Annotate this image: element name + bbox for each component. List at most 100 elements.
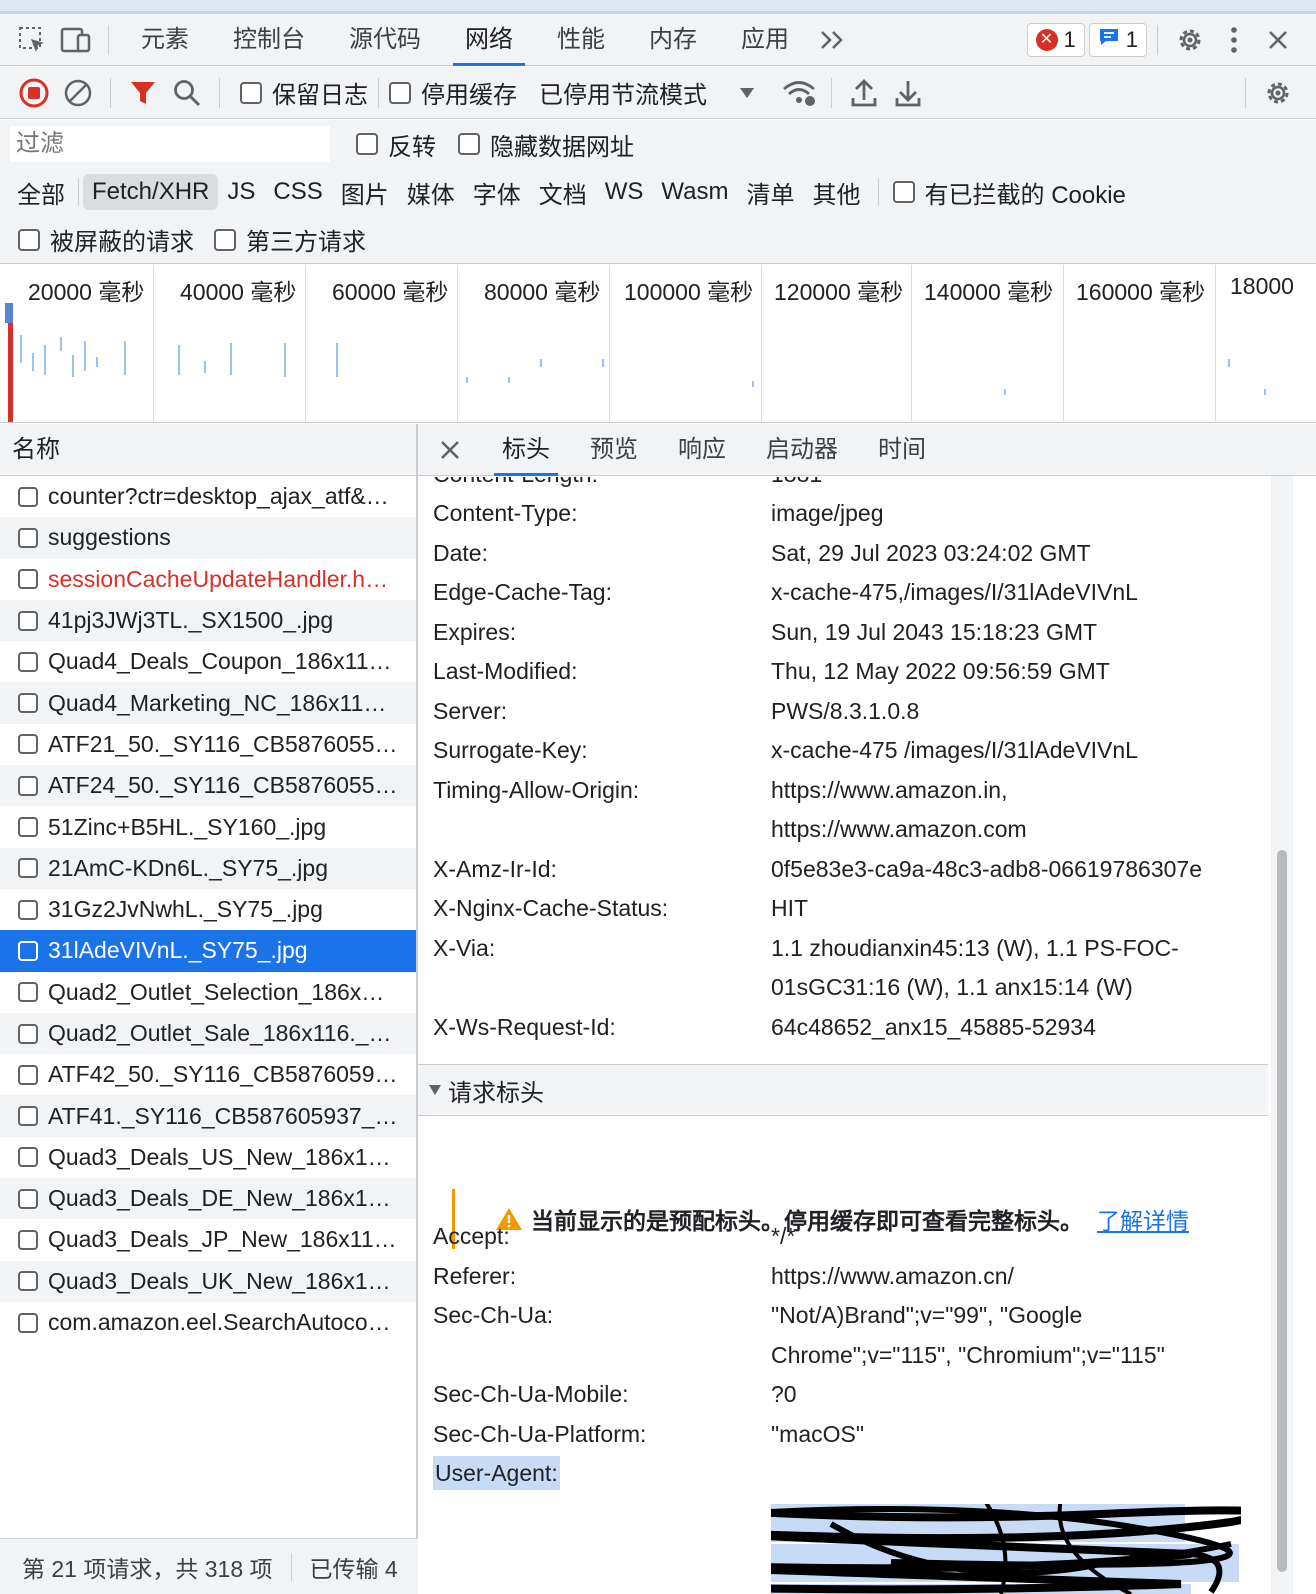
filter-input[interactable] bbox=[10, 126, 330, 162]
request-row[interactable]: counter?ctr=desktop_ajax_atf&… bbox=[0, 476, 416, 517]
network-overview-timeline[interactable]: 20000 毫秒 40000 毫秒 60000 毫秒 80000 毫秒 1000… bbox=[0, 265, 1316, 423]
type-all[interactable]: 全部 bbox=[8, 171, 74, 214]
scrollbar-thumb[interactable] bbox=[1277, 850, 1287, 1572]
row-checkbox[interactable] bbox=[18, 527, 38, 548]
request-row[interactable]: 31Gz2JvNwhL._SY75_.jpg bbox=[0, 889, 416, 930]
row-checkbox[interactable] bbox=[18, 858, 38, 879]
request-row[interactable]: Quad4_Marketing_NC_186x11… bbox=[0, 682, 416, 724]
row-checkbox[interactable] bbox=[18, 693, 38, 714]
row-checkbox[interactable] bbox=[18, 982, 38, 1003]
device-toolbar-icon[interactable] bbox=[54, 18, 98, 62]
row-checkbox[interactable] bbox=[18, 775, 38, 796]
type-wasm[interactable]: Wasm bbox=[652, 174, 737, 210]
request-row[interactable]: Quad2_Outlet_Selection_186x… bbox=[0, 972, 416, 1013]
network-conditions-icon[interactable] bbox=[777, 71, 821, 115]
row-checkbox[interactable] bbox=[18, 569, 38, 590]
row-checkbox[interactable] bbox=[18, 1312, 38, 1333]
tab-timing[interactable]: 时间 bbox=[858, 424, 946, 476]
checkbox-box[interactable] bbox=[458, 133, 480, 155]
request-row[interactable]: suggestions bbox=[0, 517, 416, 559]
third-party-checkbox[interactable]: 第三方请求 bbox=[214, 222, 366, 257]
tab-initiator[interactable]: 启动器 bbox=[746, 424, 858, 476]
stop-recording-icon[interactable] bbox=[12, 71, 56, 115]
request-row[interactable]: ATF41._SY116_CB587605937_… bbox=[0, 1095, 416, 1137]
request-row[interactable]: Quad4_Deals_Coupon_186x11… bbox=[0, 641, 416, 682]
error-count-badge[interactable]: ✕ 1 bbox=[1026, 22, 1085, 57]
row-checkbox[interactable] bbox=[18, 486, 38, 507]
detail-scrollbar[interactable] bbox=[1271, 476, 1293, 1594]
tab-memory[interactable]: 内存 bbox=[627, 14, 719, 66]
preserve-log-checkbox[interactable]: 保留日志 bbox=[240, 75, 368, 110]
name-column-header[interactable]: 名称 bbox=[0, 424, 416, 476]
request-row[interactable]: Quad2_Outlet_Sale_186x116._… bbox=[0, 1012, 416, 1055]
tab-preview[interactable]: 预览 bbox=[570, 424, 658, 476]
invert-checkbox[interactable]: 反转 bbox=[356, 127, 436, 162]
tab-network[interactable]: 网络 bbox=[443, 14, 535, 66]
row-checkbox[interactable] bbox=[18, 1147, 38, 1168]
tab-performance[interactable]: 性能 bbox=[535, 14, 627, 66]
request-headers-section[interactable]: 请求标头 bbox=[418, 1064, 1268, 1116]
checkbox-box[interactable] bbox=[214, 228, 236, 251]
row-checkbox[interactable] bbox=[18, 651, 38, 672]
checkbox-box[interactable] bbox=[389, 81, 411, 104]
tab-console[interactable]: 控制台 bbox=[211, 14, 327, 66]
blocked-requests-checkbox[interactable]: 被屏蔽的请求 bbox=[18, 222, 194, 257]
inspect-element-icon[interactable] bbox=[10, 18, 54, 62]
throttling-select[interactable]: 已停用节流模式 bbox=[539, 75, 707, 110]
request-row[interactable]: 21AmC-KDn6L._SY75_.jpg bbox=[0, 847, 416, 889]
checkbox-box[interactable] bbox=[240, 81, 262, 104]
request-row[interactable]: 41pj3JWj3TL._SX1500_.jpg bbox=[0, 599, 416, 642]
close-detail-icon[interactable] bbox=[418, 439, 482, 461]
settings-gear-icon[interactable] bbox=[1168, 18, 1212, 62]
type-css[interactable]: CSS bbox=[264, 174, 331, 210]
tab-application[interactable]: 应用 bbox=[719, 14, 811, 66]
row-checkbox[interactable] bbox=[18, 940, 38, 961]
row-checkbox[interactable] bbox=[18, 1064, 38, 1085]
request-row[interactable]: ATF42_50._SY116_CB5876059… bbox=[0, 1054, 416, 1095]
type-media[interactable]: 媒体 bbox=[398, 171, 464, 214]
request-row[interactable]: com.amazon.eel.SearchAutoco… bbox=[0, 1302, 416, 1343]
checkbox-box[interactable] bbox=[356, 133, 378, 155]
hide-data-urls-checkbox[interactable]: 隐藏数据网址 bbox=[458, 127, 634, 162]
filter-icon[interactable] bbox=[121, 71, 165, 115]
search-icon[interactable] bbox=[165, 71, 209, 115]
row-checkbox[interactable] bbox=[18, 1229, 38, 1250]
request-row[interactable]: sessionCacheUpdateHandler.h… bbox=[0, 559, 416, 600]
checkbox-box[interactable] bbox=[18, 228, 40, 251]
type-fetch-xhr[interactable]: Fetch/XHR bbox=[83, 174, 219, 210]
row-checkbox[interactable] bbox=[18, 817, 38, 838]
row-checkbox[interactable] bbox=[18, 1271, 38, 1292]
type-js[interactable]: JS bbox=[218, 174, 264, 210]
clear-icon[interactable] bbox=[56, 71, 100, 115]
import-har-icon[interactable] bbox=[842, 71, 886, 115]
type-font[interactable]: 字体 bbox=[464, 171, 530, 214]
request-row[interactable]: ATF21_50._SY116_CB5876055… bbox=[0, 724, 416, 765]
request-row[interactable]: 31lAdeVIVnL._SY75_.jpg bbox=[0, 930, 416, 972]
type-manifest[interactable]: 清单 bbox=[738, 171, 804, 214]
row-checkbox[interactable] bbox=[18, 1188, 38, 1209]
tab-elements[interactable]: 元素 bbox=[119, 14, 211, 66]
more-options-icon[interactable] bbox=[1212, 18, 1256, 62]
type-ws[interactable]: WS bbox=[596, 174, 653, 210]
request-row[interactable]: Quad3_Deals_DE_New_186x1… bbox=[0, 1178, 416, 1220]
blocked-cookies-checkbox[interactable]: 有已拦截的 Cookie bbox=[892, 175, 1126, 210]
request-row[interactable]: ATF24_50._SY116_CB5876055… bbox=[0, 765, 416, 807]
tab-headers[interactable]: 标头 bbox=[482, 424, 570, 476]
network-settings-gear-icon[interactable] bbox=[1256, 71, 1300, 115]
export-har-icon[interactable] bbox=[886, 71, 930, 115]
tab-sources[interactable]: 源代码 bbox=[327, 14, 443, 66]
row-checkbox[interactable] bbox=[18, 1106, 38, 1127]
close-devtools-icon[interactable] bbox=[1256, 18, 1300, 62]
type-img[interactable]: 图片 bbox=[332, 171, 398, 214]
message-count-badge[interactable]: 1 bbox=[1088, 22, 1147, 57]
checkbox-box[interactable] bbox=[892, 181, 915, 203]
request-row[interactable]: Quad3_Deals_US_New_186x1… bbox=[0, 1137, 416, 1178]
row-checkbox[interactable] bbox=[18, 610, 38, 631]
row-checkbox[interactable] bbox=[18, 1023, 38, 1044]
chevron-down-icon[interactable] bbox=[725, 71, 769, 115]
row-checkbox[interactable] bbox=[18, 734, 38, 755]
request-row[interactable]: 51Zinc+B5HL._SY160_.jpg bbox=[0, 806, 416, 847]
tab-response[interactable]: 响应 bbox=[658, 424, 746, 476]
type-other[interactable]: 其他 bbox=[804, 171, 870, 214]
disable-cache-checkbox[interactable]: 停用缓存 bbox=[389, 75, 517, 110]
